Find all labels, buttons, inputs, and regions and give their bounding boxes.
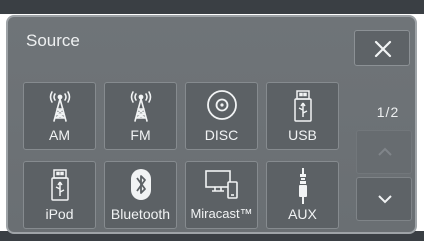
antenna-icon bbox=[49, 91, 70, 122]
aux-plug-icon bbox=[298, 168, 307, 204]
usb-icon bbox=[50, 169, 69, 201]
disc-icon bbox=[206, 90, 237, 120]
bluetooth-icon bbox=[130, 169, 151, 200]
close-button[interactable] bbox=[354, 30, 410, 66]
source-label: iPod bbox=[45, 206, 74, 222]
page-down-button[interactable] bbox=[356, 177, 412, 221]
source-miracast-button[interactable]: Miracast™ bbox=[185, 161, 258, 229]
chevron-up-icon bbox=[378, 147, 392, 156]
source-label: AUX bbox=[288, 206, 317, 222]
usb-icon bbox=[293, 90, 312, 122]
background-top-bar bbox=[0, 0, 424, 14]
source-usb-button[interactable]: USB bbox=[266, 82, 339, 150]
source-bluetooth-button[interactable]: Bluetooth bbox=[104, 161, 177, 229]
miracast-icon bbox=[204, 170, 238, 199]
source-disc-button[interactable]: DISC bbox=[185, 82, 258, 150]
page-up-button[interactable] bbox=[356, 130, 412, 174]
chevron-down-icon bbox=[378, 195, 392, 204]
dialog-title: Source bbox=[26, 31, 80, 50]
source-ipod-button[interactable]: iPod bbox=[23, 161, 96, 229]
source-label: Miracast™ bbox=[190, 206, 253, 221]
source-am-button[interactable]: AM bbox=[23, 82, 96, 150]
source-fm-button[interactable]: FM bbox=[104, 82, 177, 150]
source-label: Bluetooth bbox=[110, 206, 171, 222]
close-icon bbox=[374, 40, 392, 58]
source-label: FM bbox=[130, 127, 151, 143]
source-label: USB bbox=[288, 127, 317, 143]
source-aux-button[interactable]: AUX bbox=[266, 161, 339, 229]
source-label: DISC bbox=[204, 127, 239, 143]
antenna-icon bbox=[130, 91, 151, 122]
page-indicator: 1/2 bbox=[376, 104, 400, 120]
source-dialog: Source AM FM DISC USB iPod Bluetooth Mir… bbox=[6, 15, 417, 234]
source-label: AM bbox=[49, 127, 70, 143]
